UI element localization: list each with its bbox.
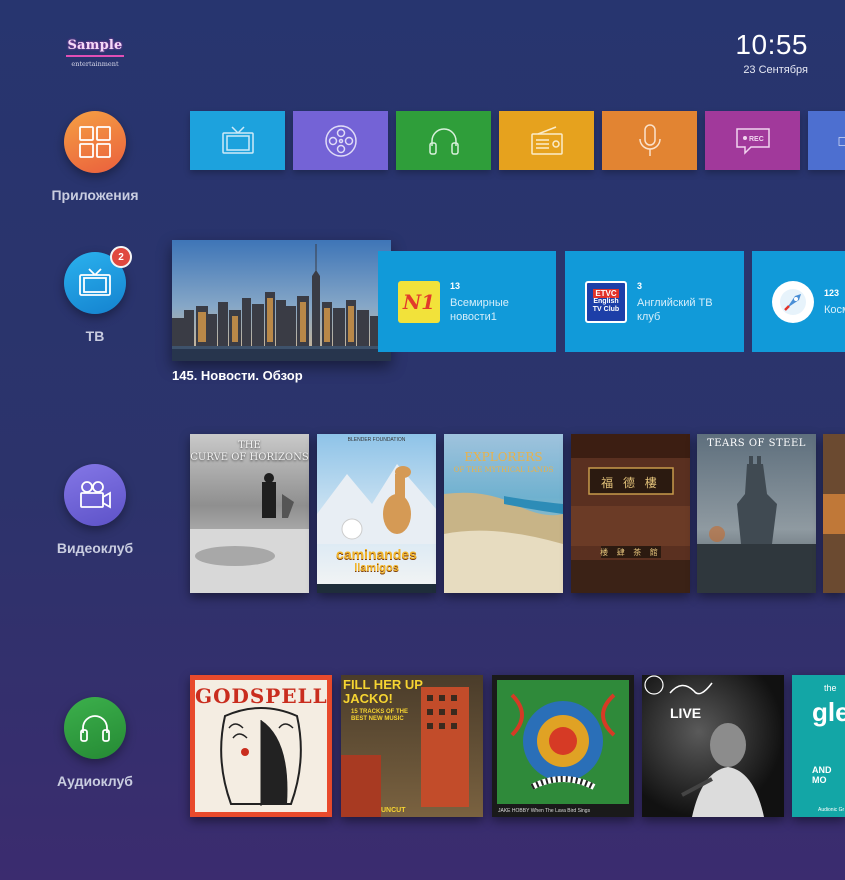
app-tile-partial[interactable] xyxy=(808,111,845,170)
poster-artwork xyxy=(571,434,690,593)
channel-card-13[interactable]: N1 13 Всемирные новости1 xyxy=(378,251,556,352)
clock-widget: 10:55 23 Сентября xyxy=(735,29,808,76)
city-skyline-image xyxy=(172,240,391,361)
video-poster-partial[interactable] xyxy=(823,434,845,593)
album-title: LIVE xyxy=(670,705,702,721)
category-audioclub[interactable]: Аудиоклуб xyxy=(40,697,150,789)
channel-number: 13 xyxy=(450,281,461,291)
brand-tagline: entertainment xyxy=(71,60,119,68)
category-tv-label: ТВ xyxy=(85,328,105,344)
featured-program-title: 145. Новости. Обзор xyxy=(172,368,303,383)
album-footer: Audionic Gr xyxy=(818,807,845,813)
app-tile-karaoke[interactable] xyxy=(602,111,697,170)
clock-date: 23 Сентября xyxy=(743,64,808,76)
channel-logo-text-2: English xyxy=(593,298,619,305)
app-tile-recordings[interactable]: REC xyxy=(705,111,800,170)
app-tile-tv[interactable] xyxy=(190,111,285,170)
channel-name-line1: Косм xyxy=(824,304,845,316)
headphones-icon xyxy=(428,127,459,155)
video-poster-curve-of-horizons[interactable]: THE CURVE OF HORIZONS xyxy=(190,434,309,593)
poster-artwork xyxy=(444,492,563,593)
channel-card-123[interactable]: 123 Косм xyxy=(752,251,845,352)
channel-name-line2: новости1 xyxy=(450,311,497,323)
album-title-line1: the xyxy=(824,683,837,693)
category-videoclub-label: Видеоклуб xyxy=(56,540,134,556)
album-cover-fill-her-up[interactable]: FILL HER UP JACKO! 15 TRACKS OF THE BEST… xyxy=(341,675,483,817)
brand-logo: Sample entertainment xyxy=(62,38,128,68)
channel-logo-text: N1 xyxy=(402,289,436,314)
channel-logo-n1: N1 xyxy=(398,280,440,323)
video-poster-tears-of-steel[interactable]: TEARS OF STEEL xyxy=(697,434,816,593)
channel-name-line1: Английский ТВ xyxy=(637,297,713,309)
channel-logo-space xyxy=(772,280,814,323)
rocket-icon xyxy=(780,288,806,315)
album-line4: BEST NEW MUSIC xyxy=(351,716,404,722)
poster-sign-1: 福 德 樓 xyxy=(601,476,660,490)
poster-title-line2: llamigos xyxy=(354,562,399,574)
album-footer: JAKE HOBBY When The Lava Bird Sings xyxy=(498,808,591,814)
category-videoclub-circle[interactable] xyxy=(64,464,126,526)
channel-info: 3 Английский ТВ клуб xyxy=(637,279,713,324)
tv-icon xyxy=(838,136,845,146)
category-tv-circle[interactable]: 2 xyxy=(64,246,132,314)
album-cover-lava-bird[interactable]: JAKE HOBBY When The Lava Bird Sings xyxy=(492,675,634,817)
album-artwork xyxy=(220,707,302,806)
rec-icon: REC xyxy=(735,127,770,155)
brand-underline xyxy=(66,55,124,57)
channel-number: 3 xyxy=(637,281,643,291)
album-cover-partial[interactable]: the gle AND MO Audionic Gr xyxy=(792,675,845,817)
category-apps[interactable]: Приложения xyxy=(40,111,150,203)
channel-name-line2: клуб xyxy=(637,311,661,323)
category-tv[interactable]: 2 ТВ xyxy=(40,246,150,344)
channel-info: 13 Всемирные новости1 xyxy=(450,279,509,324)
app-tile-radio[interactable] xyxy=(499,111,594,170)
channel-info: 123 Косм xyxy=(824,286,845,317)
channel-name-line1: Всемирные xyxy=(450,297,509,309)
category-audioclub-circle[interactable] xyxy=(64,697,126,759)
album-artwork xyxy=(644,675,764,817)
poster-sign-2: 楼 肆 茶 館 xyxy=(600,548,661,557)
tv-icon xyxy=(221,125,254,154)
channel-logo-text-1: ETVC xyxy=(593,289,619,298)
film-reel-icon xyxy=(324,124,357,157)
grid-icon xyxy=(79,126,111,158)
video-poster-chinese-tea-house[interactable]: 福 德 樓 楼 肆 茶 館 xyxy=(571,434,690,593)
album-cover-godspell[interactable]: GODSPELL xyxy=(190,675,332,817)
radio-icon xyxy=(530,125,563,155)
poster-artwork xyxy=(190,473,309,593)
category-videoclub[interactable]: Видеоклуб xyxy=(40,464,150,556)
album-line3: 15 TRACKS OF THE xyxy=(351,709,409,715)
album-line2: JACKO! xyxy=(343,691,393,706)
clock-time: 10:55 xyxy=(735,29,808,60)
notification-badge: 2 xyxy=(110,246,132,268)
category-apps-circle[interactable] xyxy=(64,111,126,173)
poster-partial-art xyxy=(823,494,845,534)
channel-number: 123 xyxy=(824,288,840,298)
brand-name: Sample xyxy=(67,38,123,53)
poster-title-line1: caminandes xyxy=(336,546,417,562)
album-footer: UNCUT xyxy=(381,807,406,814)
headphones-icon xyxy=(80,715,110,742)
album-title-line2: gle xyxy=(812,697,845,727)
poster-artwork xyxy=(697,456,816,593)
channel-card-3[interactable]: ETVC English TV Club 3 Английский ТВ клу… xyxy=(565,251,744,352)
channel-logo-text-3: TV Club xyxy=(592,306,620,313)
featured-channel-preview[interactable] xyxy=(172,240,391,361)
video-poster-caminandes[interactable]: BLENDER FOUNDATION caminandes llamigos xyxy=(317,434,436,593)
album-artwork xyxy=(497,680,629,804)
app-tile-music[interactable] xyxy=(396,111,491,170)
album-line1: FILL HER UP xyxy=(343,677,423,692)
video-camera-icon xyxy=(80,481,111,509)
tv-icon xyxy=(79,268,111,296)
category-audioclub-label: Аудиоклуб xyxy=(57,773,133,789)
microphone-icon xyxy=(638,123,661,156)
video-poster-explorers[interactable]: EXPLORERS OF THE MYTHICAL LANDS xyxy=(444,434,563,593)
channel-logo-etvc: ETVC English TV Club xyxy=(585,280,627,323)
category-apps-label: Приложения xyxy=(51,187,139,203)
album-cover-live[interactable]: LIVE xyxy=(642,675,784,817)
app-tile-films[interactable] xyxy=(293,111,388,170)
svg-text:REC: REC xyxy=(749,136,764,143)
album-title-line3: AND MO xyxy=(812,765,832,785)
